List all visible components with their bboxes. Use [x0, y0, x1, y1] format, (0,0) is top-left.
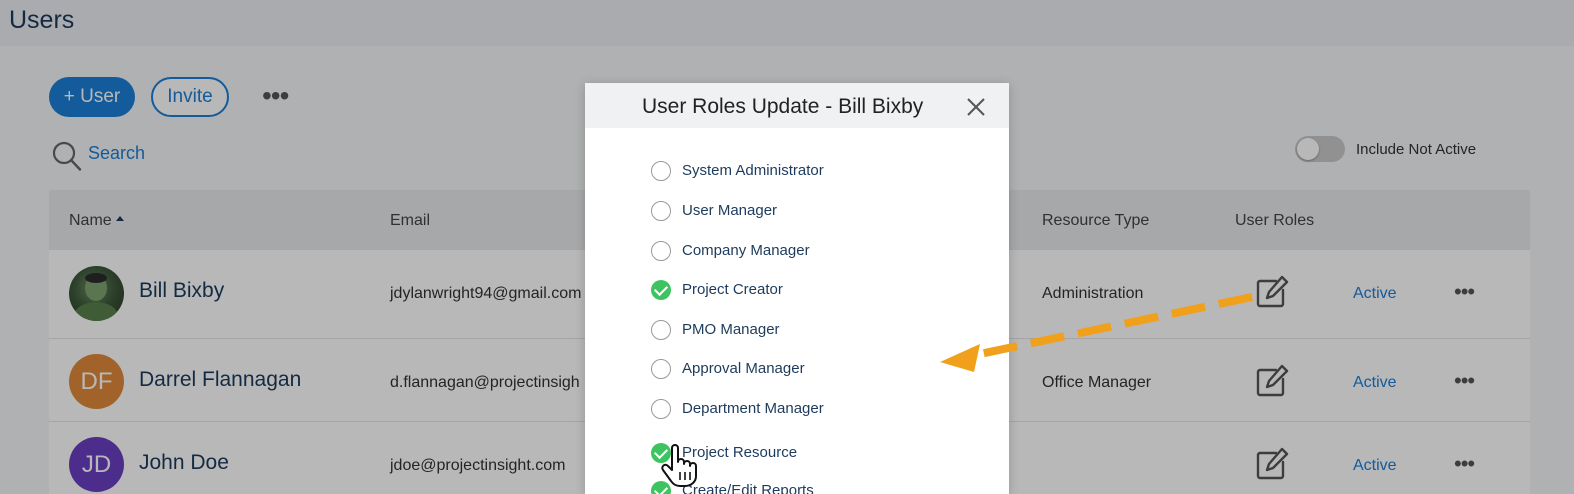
hand-pointer-icon	[661, 444, 697, 487]
annotation-arrow-icon	[940, 293, 1253, 372]
